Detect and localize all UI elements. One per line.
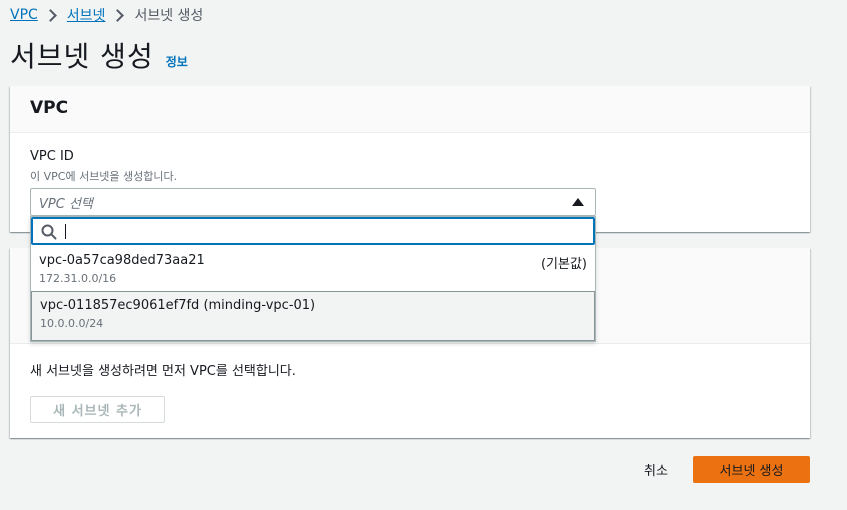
info-link[interactable]: 정보 [166,53,188,70]
vpc-panel-title: VPC [30,98,69,118]
vpc-dropdown: vpc-0a57ca98ded73aa21 172.31.0.0/16 (기본값… [30,216,596,342]
vpc-id-description: 이 VPC에 서브넷을 생성합니다. [30,170,178,183]
chevron-right-icon [43,8,57,22]
vpc-option-label: vpc-0a57ca98ded73aa21 [39,253,205,268]
search-icon [41,224,57,240]
breadcrumb: VPC 서브넷 서브넷 생성 [10,5,203,25]
vpc-option-default-tag: (기본값) [540,257,587,272]
chevron-right-icon [111,8,125,22]
text-cursor [65,224,66,239]
vpc-search-input[interactable] [31,217,595,245]
vpc-option-cidr: 10.0.0.0/24 [40,317,104,330]
vpc-panel-header: VPC [10,86,810,133]
vpc-option-cidr: 172.31.0.0/16 [39,272,117,285]
cancel-button[interactable]: 취소 [644,460,668,479]
add-subnet-button[interactable]: 새 서브넷 추가 [30,396,165,423]
caret-up-icon [572,198,584,206]
breadcrumb-current: 서브넷 생성 [134,8,204,24]
vpc-select-placeholder: VPC 선택 [39,197,93,212]
vpc-option[interactable]: vpc-011857ec9061ef7fd (minding-vpc-01) 1… [31,291,595,341]
page-header: 서브넷 생성 정보 [10,35,188,75]
page-title: 서브넷 생성 [10,40,154,73]
breadcrumb-subnets-link[interactable]: 서브넷 [67,5,106,25]
subnet-empty-message: 새 서브넷을 생성하려면 먼저 VPC를 선택합니다. [30,364,296,379]
create-subnet-button[interactable]: 서브넷 생성 [693,456,810,483]
breadcrumb-vpc-link[interactable]: VPC [10,7,38,23]
vpc-id-label: VPC ID [30,149,74,164]
vpc-option-label: vpc-011857ec9061ef7fd (minding-vpc-01) [40,298,316,313]
vpc-option[interactable]: vpc-0a57ca98ded73aa21 172.31.0.0/16 (기본값… [31,247,595,291]
vpc-select[interactable]: VPC 선택 [30,188,596,216]
